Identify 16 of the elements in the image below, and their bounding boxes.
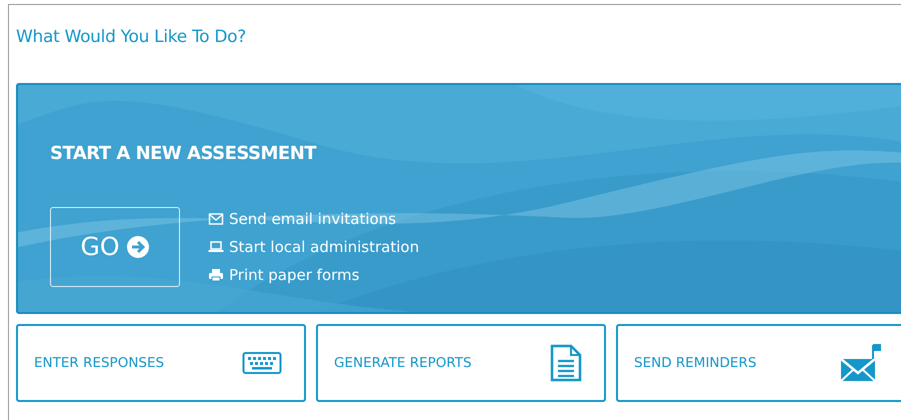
- action-link[interactable]: Start local administration: [208, 232, 420, 261]
- action-link[interactable]: Send email invitations: [208, 204, 420, 233]
- action-link[interactable]: Print paper forms: [208, 260, 420, 289]
- banner-title: START A NEW ASSESSMENT: [50, 143, 318, 165]
- envelope-flag-icon: [840, 343, 882, 384]
- arrow-circle-icon: [126, 234, 150, 259]
- document-icon: [550, 344, 582, 382]
- envelope-icon: [208, 210, 224, 227]
- page-heading: What Would You Like To Do?: [16, 27, 247, 48]
- laptop-icon: [208, 238, 224, 255]
- printer-icon: [208, 266, 224, 283]
- action-tile[interactable]: ENTER RESPONSES: [16, 324, 306, 402]
- action-tile[interactable]: SEND REMINDERS: [616, 324, 901, 402]
- go-button[interactable]: GO: [50, 206, 180, 287]
- keyboard-icon: [242, 351, 282, 376]
- action-tile[interactable]: GENERATE REPORTS: [316, 324, 606, 402]
